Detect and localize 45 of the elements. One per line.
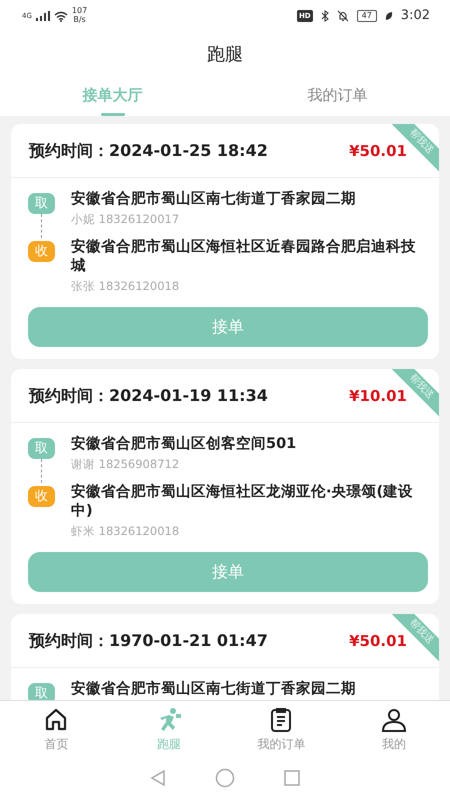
address: 安徽省合肥市蜀山区海恒社区龙湖亚伦·央璟颂(建设中) xyxy=(71,483,414,521)
bell-off-icon xyxy=(336,10,349,22)
wifi-icon xyxy=(54,10,68,22)
nav-item[interactable]: 首页 xyxy=(0,701,112,754)
signal-icon xyxy=(36,11,50,21)
clock: 3:02 xyxy=(400,7,430,26)
appointment-time: 1970-01-21 01:47 xyxy=(109,630,268,652)
accept-order-button[interactable]: 接单 xyxy=(28,552,428,592)
contact-info: 谢谢 18256908712 xyxy=(71,456,180,473)
nav-item[interactable]: 我的订单 xyxy=(225,701,338,754)
page-title: 跑腿 xyxy=(207,42,243,66)
time-label: 预约时间： xyxy=(29,630,109,652)
address: 安徽省合肥市蜀山区南七街道丁香家园二期 xyxy=(71,190,357,209)
speed-unit: B/s xyxy=(72,16,87,25)
contact-info: 虾米 18326120018 xyxy=(71,522,180,540)
address: 安徽省合肥市蜀山区南七街道丁香家园二期 xyxy=(71,680,357,699)
time-label: 预约时间： xyxy=(29,385,109,408)
nav-item[interactable]: 跑腿 xyxy=(112,701,225,754)
stop-badge: 收 xyxy=(28,241,55,262)
stop-badge: 取 xyxy=(28,683,55,700)
nav-item[interactable]: 我的 xyxy=(338,701,450,754)
stop-badge: 取 xyxy=(28,438,55,460)
leaf-icon xyxy=(384,11,393,21)
stop-badge: 取 xyxy=(28,193,55,214)
square-icon xyxy=(283,768,301,787)
address: 安徽省合肥市蜀山区创客空间501 xyxy=(71,435,298,454)
accept-order-button[interactable]: 接单 xyxy=(28,307,428,348)
time-label: 预约时间： xyxy=(29,140,109,162)
appointment-time: 2024-01-25 18:42 xyxy=(109,140,268,162)
back-icon xyxy=(149,768,167,787)
stop-badge: 收 xyxy=(28,486,55,508)
address: 安徽省合肥市蜀山区海恒社区近春园路合肥启迪科技城 xyxy=(71,238,417,276)
person-icon xyxy=(380,707,407,733)
bluetooth-icon xyxy=(320,10,329,22)
network-speed: 107 xyxy=(72,7,88,16)
tab[interactable]: 我的订单 xyxy=(225,76,450,116)
contact-info: 小妮 18326120017 xyxy=(71,210,180,228)
order-price: ¥50.01 xyxy=(349,630,407,652)
circle-icon xyxy=(215,768,235,788)
tab[interactable]: 接单大厅 xyxy=(0,76,225,116)
appointment-time: 2024-01-19 11:34 xyxy=(109,385,268,408)
order-price: ¥50.01 xyxy=(349,140,407,162)
battery-level: 47 xyxy=(356,10,377,22)
contact-info: 张张 18326120018 xyxy=(71,278,180,295)
order-price: ¥10.01 xyxy=(349,386,407,407)
